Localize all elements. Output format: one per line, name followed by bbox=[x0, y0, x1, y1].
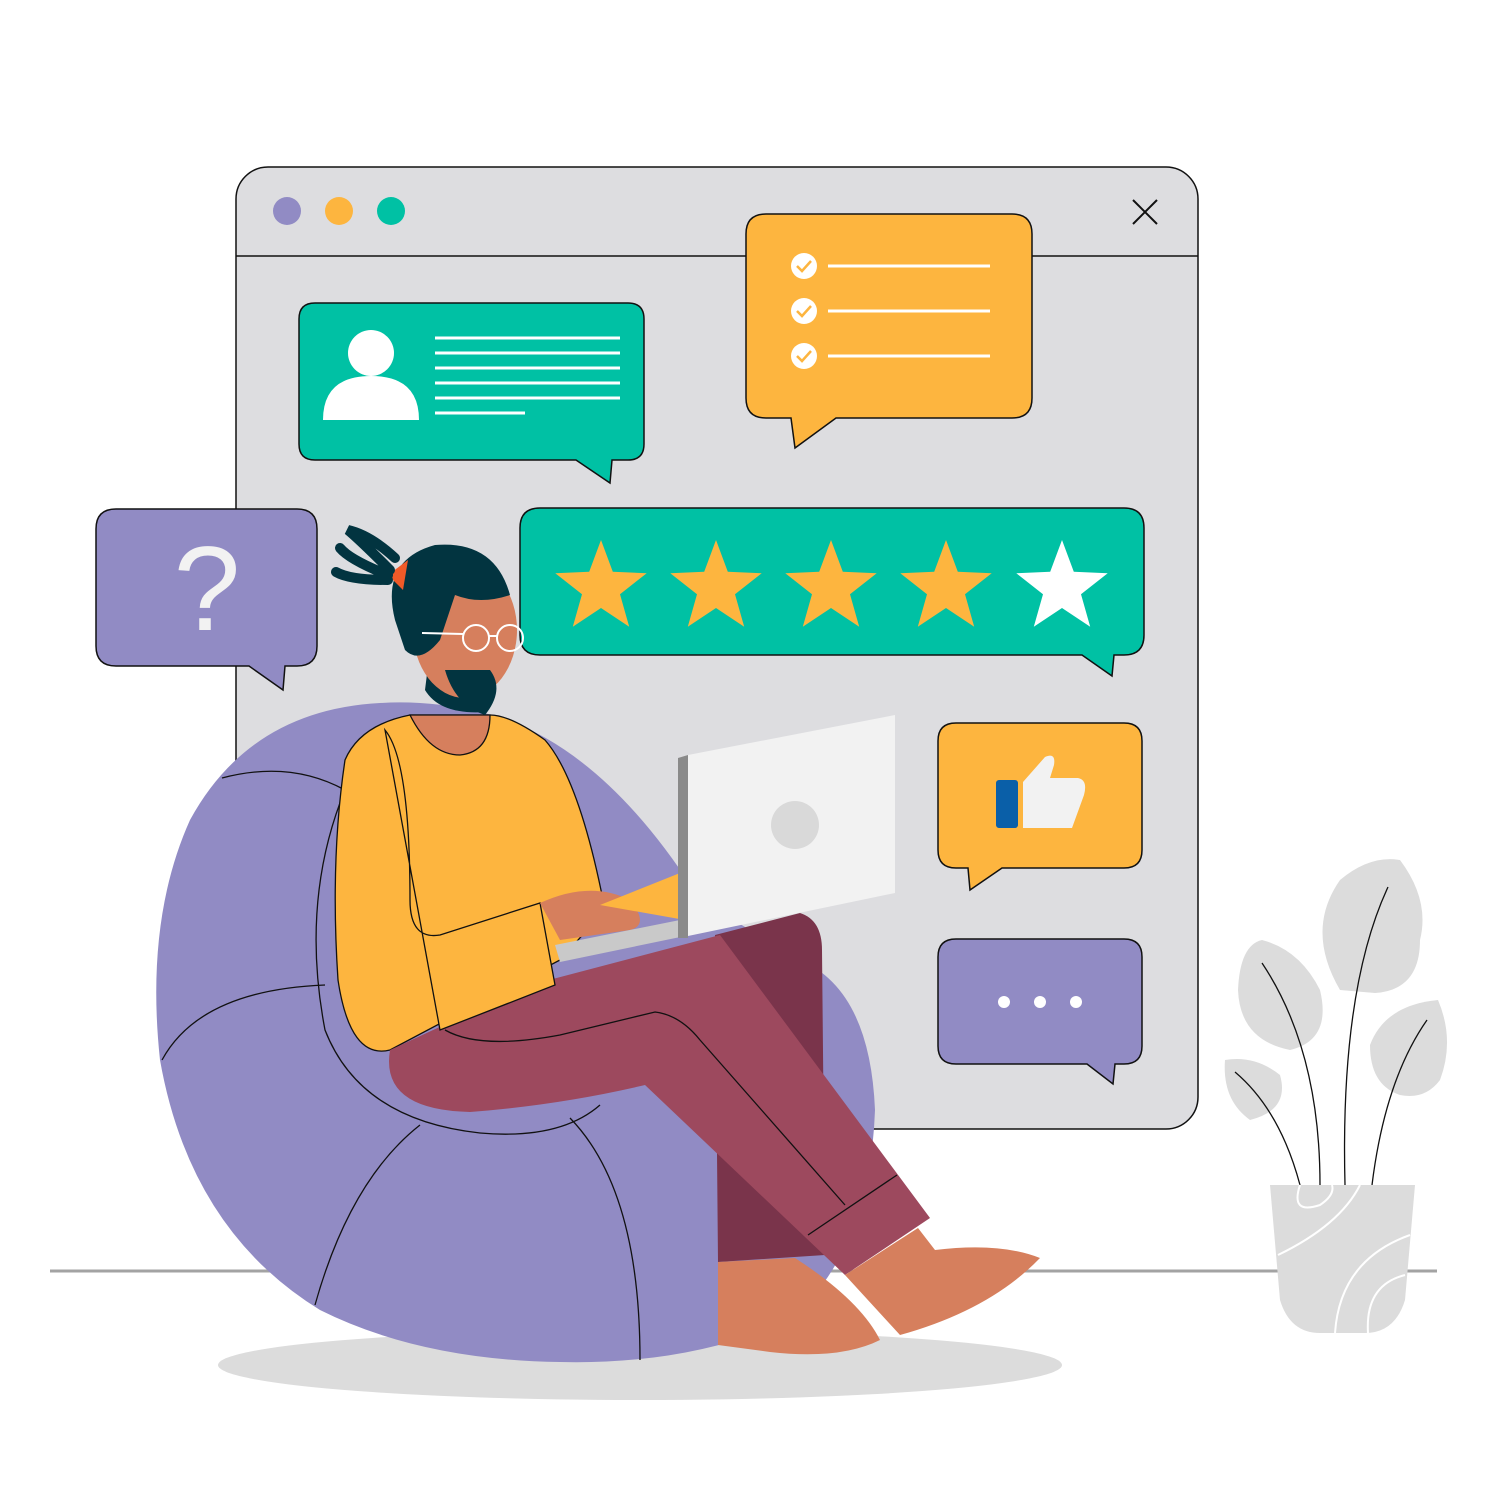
window-dot-purple[interactable] bbox=[273, 197, 301, 225]
question-mark: ? bbox=[174, 522, 241, 656]
question-bubble: ? bbox=[95, 508, 318, 692]
illustration: ? bbox=[50, 166, 1448, 1400]
rating-card bbox=[519, 507, 1145, 678]
checklist-card bbox=[745, 213, 1033, 450]
potted-plant bbox=[1224, 859, 1448, 1334]
window-dot-orange[interactable] bbox=[325, 197, 353, 225]
typing-card bbox=[937, 938, 1143, 1086]
window-dot-teal[interactable] bbox=[377, 197, 405, 225]
check-icons bbox=[791, 253, 817, 369]
laptop-logo bbox=[771, 801, 819, 849]
profile-card bbox=[298, 302, 645, 485]
like-card bbox=[937, 722, 1143, 892]
